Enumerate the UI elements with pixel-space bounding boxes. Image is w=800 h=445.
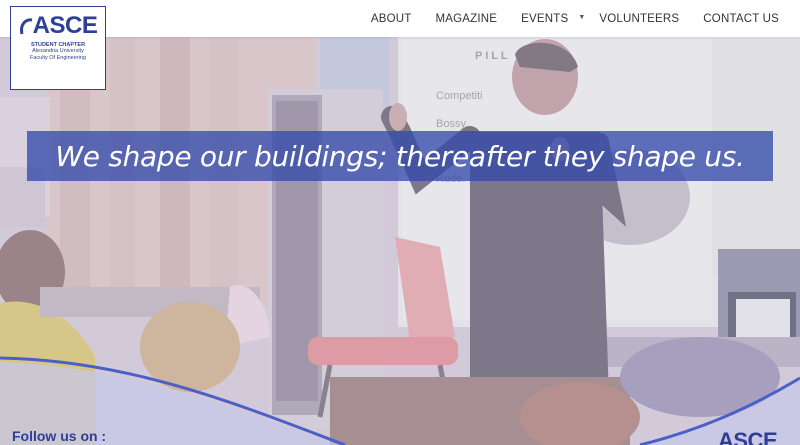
chevron-down-icon[interactable]: ▼ bbox=[578, 14, 585, 21]
follow-us-label: Follow us on : bbox=[12, 428, 107, 444]
footer-brand: ASCE bbox=[718, 428, 778, 445]
logo-subtitle-line2: Faculty Of Engineering bbox=[30, 55, 86, 61]
nav-volunteers[interactable]: VOLUNTEERS bbox=[599, 0, 679, 37]
site-logo[interactable]: ASCE STUDENT CHAPTER Alexandria Universi… bbox=[10, 6, 106, 90]
nav-links: ABOUT MAGAZINE EVENTS ▼ VOLUNTEERS CONTA… bbox=[371, 0, 800, 37]
nav-contact-us[interactable]: CONTACT US bbox=[703, 0, 779, 37]
logo-subtitle-line1: Alexandria University bbox=[32, 48, 84, 54]
nav-events[interactable]: EVENTS bbox=[521, 0, 568, 37]
top-navbar: ABOUT MAGAZINE EVENTS ▼ VOLUNTEERS CONTA… bbox=[0, 0, 800, 37]
logo-swoosh-icon bbox=[19, 18, 32, 35]
logo-title: ASCE bbox=[32, 12, 98, 39]
logo-mark: ASCE bbox=[19, 13, 98, 39]
footer-wave bbox=[0, 356, 800, 445]
nav-about[interactable]: ABOUT bbox=[371, 0, 412, 37]
nav-magazine[interactable]: MAGAZINE bbox=[436, 0, 498, 37]
tagline-text: We shape our buildings; thereafter they … bbox=[55, 139, 745, 173]
tagline-banner: We shape our buildings; thereafter they … bbox=[27, 131, 773, 181]
